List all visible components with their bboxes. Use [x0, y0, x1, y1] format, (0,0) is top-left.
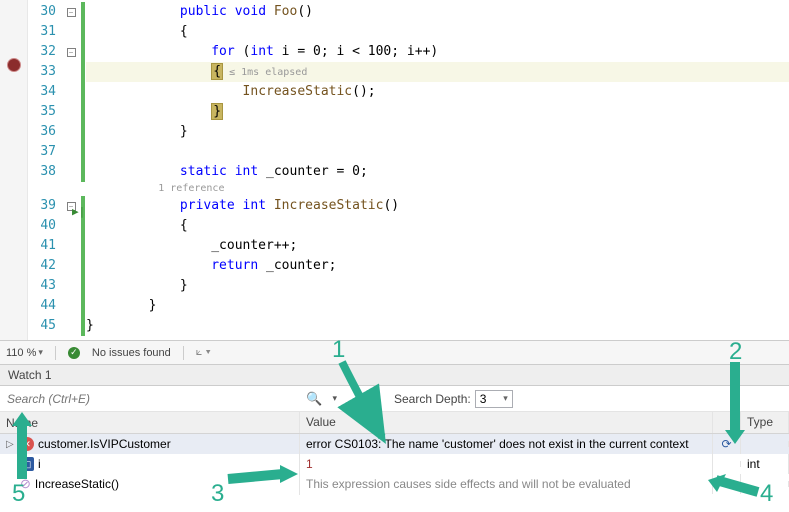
- watch-row[interactable]: ▷ ◧ i 1 int: [0, 454, 789, 474]
- watch-panel-title: Watch 1: [0, 364, 789, 386]
- watch-search-row: 🔍 ▾ ← → Search Depth: 3▾: [0, 386, 789, 412]
- col-header-type[interactable]: Type: [741, 412, 789, 433]
- search-input[interactable]: [3, 390, 300, 408]
- search-icon[interactable]: 🔍: [300, 391, 328, 407]
- search-next-button[interactable]: →: [366, 390, 384, 408]
- watch-row[interactable]: ▷ ⊘ IncreaseStatic() This expression cau…: [0, 474, 789, 494]
- run-to-click-icon[interactable]: ▶|: [72, 202, 85, 222]
- codelens-references[interactable]: 1 reference: [86, 182, 789, 196]
- editor-statusbar: 110 %▾ ✓ No issues found ⟀ ▾: [0, 340, 789, 364]
- perf-hint: ≤ 1ms elapsed: [223, 67, 307, 78]
- current-execution-line: { ≤ 1ms elapsed: [86, 62, 789, 82]
- zoom-level[interactable]: 110 %▾: [6, 347, 43, 359]
- watch-value: This expression causes side effects and …: [300, 474, 713, 494]
- watch-name: customer.IsVIPCustomer: [38, 437, 171, 451]
- line-number-gutter: 30 31 32 33 34 35 36 37 38 39 40 41 42 4…: [28, 0, 62, 340]
- refresh-icon[interactable]: ⟳: [721, 477, 731, 491]
- fold-toggle[interactable]: −: [67, 8, 76, 17]
- search-prev-button[interactable]: ←: [344, 390, 362, 408]
- watch-type: [741, 481, 789, 487]
- issues-status: No issues found: [92, 347, 171, 359]
- screwdriver-icon[interactable]: ⟀ ▾: [196, 346, 211, 359]
- error-icon: ✕: [20, 437, 34, 451]
- watch-row[interactable]: ▷ ✕ customer.IsVIPCustomer error CS0103:…: [0, 434, 789, 454]
- breakpoint-gutter[interactable]: [0, 0, 28, 340]
- watch-value: 1: [300, 454, 713, 474]
- code-area[interactable]: ▶| public void Foo() { for (int i = 0; i…: [86, 0, 789, 340]
- watch-grid-header: Name Value Type: [0, 412, 789, 434]
- watch-search-box[interactable]: 🔍 ▾: [2, 388, 342, 410]
- expand-icon[interactable]: ▷: [6, 439, 16, 450]
- watch-name: IncreaseStatic(): [35, 477, 119, 491]
- check-icon: ✓: [68, 347, 80, 359]
- search-depth-input[interactable]: 3▾: [475, 390, 513, 408]
- side-effect-icon: ⊘: [20, 476, 31, 492]
- code-editor[interactable]: 30 31 32 33 34 35 36 37 38 39 40 41 42 4…: [0, 0, 789, 340]
- variable-icon: ◧: [20, 457, 34, 471]
- col-header-name[interactable]: Name: [0, 412, 300, 433]
- watch-type: int: [741, 454, 789, 474]
- watch-value: error CS0103: The name 'customer' does n…: [300, 434, 713, 454]
- watch-type: [741, 441, 789, 447]
- search-depth-label: Search Depth:: [394, 392, 471, 406]
- watch-grid-body[interactable]: ▷ ✕ customer.IsVIPCustomer error CS0103:…: [0, 434, 789, 512]
- watch-name: i: [38, 457, 41, 471]
- breakpoint-marker[interactable]: [7, 58, 21, 72]
- refresh-icon[interactable]: ⟳: [721, 437, 731, 451]
- fold-gutter[interactable]: − − −: [62, 0, 80, 340]
- fold-toggle[interactable]: −: [67, 48, 76, 57]
- col-header-value[interactable]: Value: [300, 412, 713, 433]
- search-dropdown-icon[interactable]: ▾: [328, 393, 341, 404]
